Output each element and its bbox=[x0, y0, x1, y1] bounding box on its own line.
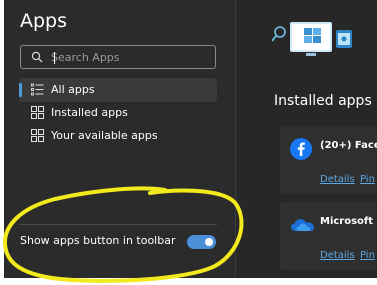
list-icon bbox=[31, 83, 44, 96]
sidebar-item-installed-apps[interactable]: Installed apps bbox=[19, 101, 217, 125]
grid-icon bbox=[31, 129, 44, 142]
pin-link[interactable]: Pin bbox=[360, 174, 375, 185]
sidebar-item-label: Your available apps bbox=[51, 129, 158, 142]
apps-window: Apps All apps bbox=[4, 0, 377, 278]
text-caret bbox=[54, 52, 55, 64]
details-link[interactable]: Details bbox=[320, 250, 355, 261]
search-input[interactable] bbox=[51, 47, 211, 67]
show-apps-button-toggle[interactable] bbox=[187, 235, 216, 249]
sidebar-item-available-apps[interactable]: Your available apps bbox=[19, 124, 217, 148]
toggle-label: Show apps button in toolbar bbox=[20, 234, 176, 247]
sidebar-item-all-apps[interactable]: All apps bbox=[19, 78, 217, 102]
pane-divider bbox=[235, 0, 236, 278]
app-name: (20+) Facebo bbox=[320, 140, 377, 151]
section-title: Installed apps bbox=[274, 93, 372, 109]
active-indicator bbox=[19, 83, 22, 97]
sidebar-item-label: Installed apps bbox=[51, 106, 128, 119]
apps-illustration-icon bbox=[272, 22, 352, 56]
search-icon bbox=[31, 51, 43, 63]
details-link[interactable]: Details bbox=[320, 174, 355, 185]
sidebar: Apps All apps bbox=[4, 0, 235, 278]
grid-icon bbox=[31, 106, 44, 119]
page-title: Apps bbox=[20, 10, 68, 32]
facebook-icon bbox=[290, 138, 312, 160]
toggle-knob bbox=[205, 238, 213, 246]
app-name: Microsoft On bbox=[320, 216, 377, 227]
search-box[interactable] bbox=[20, 45, 216, 69]
sidebar-item-label: All apps bbox=[51, 83, 95, 96]
app-card-facebook[interactable]: (20+) Facebo Details Pin bbox=[280, 126, 377, 194]
pin-link[interactable]: Pin bbox=[360, 250, 375, 261]
onedrive-cloud-icon bbox=[291, 219, 314, 231]
app-card-microsoft[interactable]: Microsoft On Details Pin bbox=[280, 202, 377, 270]
divider bbox=[19, 224, 217, 225]
